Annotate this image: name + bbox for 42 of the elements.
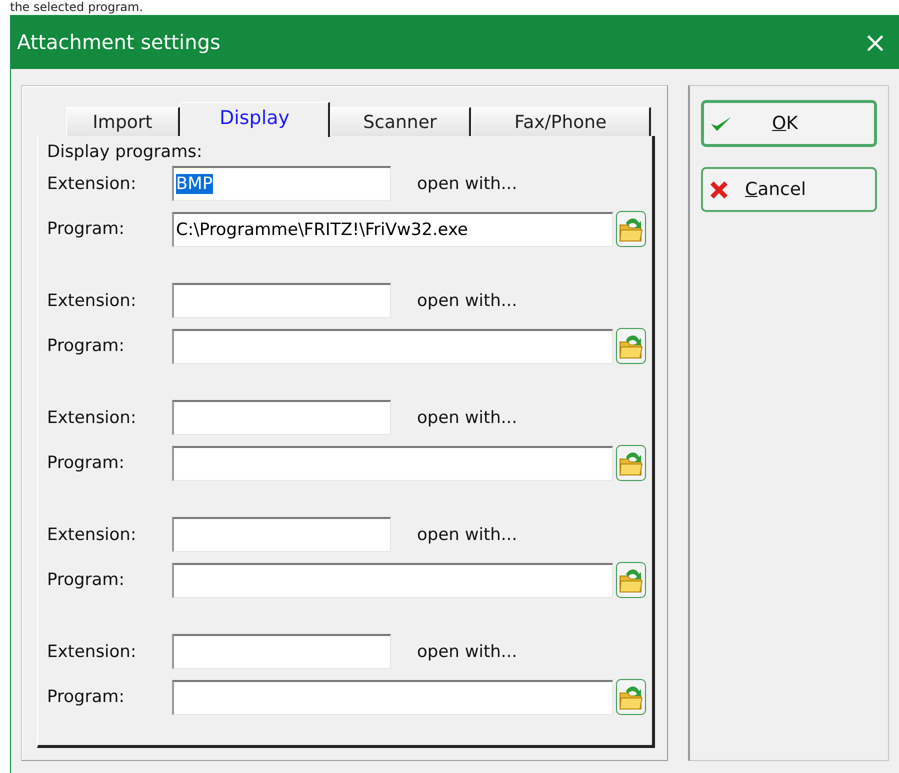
- browse-button[interactable]: [616, 562, 646, 598]
- checkmark-icon: [710, 114, 732, 132]
- program-field[interactable]: [172, 328, 613, 364]
- extension-field[interactable]: [172, 400, 391, 435]
- program-label: Program:: [47, 336, 124, 356]
- tab[interactable]: Import: [66, 107, 180, 136]
- cancel-button[interactable]: Cancel: [701, 167, 877, 212]
- program-field[interactable]: C:\Programme\FRITZ!\FriVw32.exe: [172, 212, 613, 246]
- open-with-label: open with...: [417, 408, 518, 428]
- extension-field[interactable]: [172, 517, 391, 552]
- program-label: Program:: [47, 219, 124, 239]
- ok-button[interactable]: OK: [701, 100, 877, 147]
- tab[interactable]: Fax/Phone: [471, 107, 651, 136]
- caption-text: the selected program.: [10, 0, 144, 15]
- tab[interactable]: Display: [180, 102, 330, 137]
- cross-icon: [709, 180, 729, 200]
- extension-label: Extension:: [47, 174, 136, 194]
- extension-label: Extension:: [47, 408, 136, 428]
- open-with-label: open with...: [417, 174, 518, 194]
- tab[interactable]: Scanner: [330, 107, 471, 136]
- open-with-label: open with...: [417, 642, 518, 662]
- open-with-label: open with...: [417, 290, 518, 310]
- extension-field[interactable]: BMP: [172, 166, 391, 201]
- browse-button[interactable]: [616, 445, 646, 481]
- extension-label: Extension:: [47, 524, 136, 544]
- section-label: Display programs:: [47, 142, 204, 162]
- extension-field[interactable]: [172, 634, 391, 669]
- browse-button[interactable]: [616, 328, 646, 364]
- extension-label: Extension:: [47, 290, 136, 310]
- open-with-label: open with...: [417, 524, 518, 544]
- program-field[interactable]: [172, 680, 613, 714]
- program-label: Program:: [47, 687, 124, 707]
- extension-label: Extension:: [47, 642, 136, 662]
- extension-field[interactable]: [172, 283, 391, 318]
- browse-button[interactable]: [616, 211, 646, 247]
- program-label: Program:: [47, 453, 124, 473]
- program-field[interactable]: [172, 562, 613, 598]
- close-button[interactable]: ×: [860, 26, 891, 58]
- browse-button[interactable]: [616, 679, 646, 715]
- program-field[interactable]: [172, 446, 613, 480]
- window-title: Attachment settings: [17, 30, 220, 54]
- program-label: Program:: [47, 570, 124, 590]
